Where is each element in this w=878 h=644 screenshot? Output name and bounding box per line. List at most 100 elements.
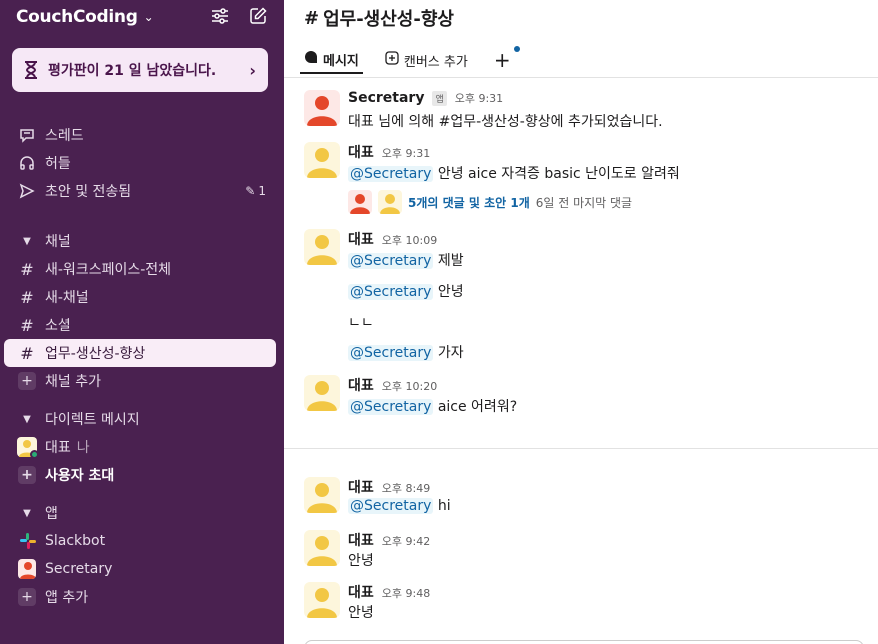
- sender-name[interactable]: 대표: [348, 582, 374, 602]
- compose-icon[interactable]: [248, 6, 268, 26]
- app-item-slackbot[interactable]: Slackbot: [4, 527, 276, 555]
- invite-users-button[interactable]: + 사용자 초대: [4, 461, 276, 489]
- channel-item[interactable]: # 소셜: [4, 311, 276, 339]
- workspace-header[interactable]: CouchCoding ⌄: [16, 6, 268, 28]
- hash-icon: #: [20, 259, 34, 279]
- channel-item-active[interactable]: # 업무-생산성-향상: [4, 339, 276, 367]
- hash-icon: #: [304, 7, 320, 29]
- sidebar-item-huddles[interactable]: 허들: [4, 149, 276, 177]
- timestamp[interactable]: 오후 9:31: [382, 145, 430, 161]
- channel-title[interactable]: # 업무-생산성-향상: [304, 5, 454, 31]
- header-divider: [284, 77, 878, 78]
- message-text: ㄴㄴ: [348, 315, 374, 331]
- avatar: [18, 559, 36, 579]
- avatar: [17, 437, 39, 459]
- channel-tabs: 메시지 캔버스 추가 +: [300, 46, 520, 78]
- channel-label: 새-채널: [45, 290, 89, 306]
- user-mention[interactable]: @Secretary: [348, 253, 434, 269]
- day-divider: [284, 448, 878, 449]
- app-item-secretary[interactable]: Secretary: [4, 555, 276, 583]
- chevron-down-icon[interactable]: ⌄: [144, 10, 154, 24]
- draft-count: ✎ 1: [245, 184, 266, 198]
- hash-icon: #: [20, 287, 34, 307]
- filter-icon[interactable]: [210, 6, 230, 26]
- dm-item-self[interactable]: 대표 나: [4, 433, 276, 461]
- avatar[interactable]: [304, 229, 340, 265]
- message-icon: [304, 50, 318, 68]
- thread-summary[interactable]: 5개의 댓글 및 초안 1개 6일 전 마지막 댓글: [348, 190, 632, 214]
- message-text: 안녕: [348, 605, 374, 621]
- caret-down-icon: ▼: [23, 413, 31, 425]
- notification-dot: [513, 46, 520, 52]
- timestamp[interactable]: 오후 10:09: [382, 232, 437, 248]
- avatar: [378, 190, 402, 214]
- thread-last-reply: 6일 전 마지막 댓글: [535, 195, 633, 210]
- timestamp[interactable]: 오후 9:48: [382, 585, 430, 601]
- app-label: Slackbot: [45, 533, 106, 549]
- workspace-name[interactable]: CouchCoding: [16, 7, 138, 27]
- avatar[interactable]: [304, 530, 340, 566]
- avatar[interactable]: [304, 582, 340, 618]
- add-channel-label: 채널 추가: [45, 374, 101, 390]
- send-icon: [18, 182, 36, 200]
- add-tab-button[interactable]: +: [490, 46, 520, 74]
- user-mention[interactable]: @Secretary: [348, 498, 434, 514]
- user-mention[interactable]: @Secretary: [348, 345, 434, 361]
- avatar: [348, 190, 372, 214]
- add-channel-button[interactable]: + 채널 추가: [4, 367, 276, 395]
- message-text: @Secretary 안녕 aice 자격증 basic 난이도로 알려줘: [348, 166, 680, 182]
- plus-icon: +: [18, 372, 36, 390]
- hash-icon: #: [20, 343, 34, 363]
- timestamp[interactable]: 오후 9:42: [382, 533, 430, 549]
- tab-add-canvas[interactable]: 캔버스 추가: [381, 46, 472, 74]
- sender-name[interactable]: Secretary: [348, 90, 424, 106]
- section-direct-messages[interactable]: ▼ 다이렉트 메시지: [4, 405, 276, 433]
- sender-name[interactable]: 대표: [348, 229, 374, 249]
- thread-icon: [18, 126, 36, 144]
- tab-messages[interactable]: 메시지: [300, 46, 363, 74]
- caret-down-icon: ▼: [23, 507, 31, 519]
- sender-name[interactable]: 대표: [348, 477, 374, 497]
- user-mention[interactable]: @Secretary: [348, 166, 434, 182]
- avatar[interactable]: [304, 375, 340, 411]
- channel-item[interactable]: # 새-워크스페이스-전체: [4, 255, 276, 283]
- canvas-icon: [385, 51, 399, 69]
- channel-item[interactable]: # 새-채널: [4, 283, 276, 311]
- section-channels[interactable]: ▼ 채널: [4, 227, 276, 255]
- message-text: 안녕: [348, 553, 374, 569]
- pencil-icon: ✎: [245, 184, 256, 198]
- timestamp[interactable]: 오후 10:20: [382, 378, 437, 394]
- caret-down-icon: ▼: [23, 235, 31, 247]
- message-text: @Secretary aice 어려워?: [348, 399, 518, 415]
- sidebar-item-threads[interactable]: 스레드: [4, 121, 276, 149]
- avatar[interactable]: [304, 477, 340, 513]
- avatar[interactable]: [304, 90, 340, 126]
- hourglass-icon: [24, 61, 40, 79]
- section-apps[interactable]: ▼ 앱: [4, 499, 276, 527]
- message-text: @Secretary 안녕: [348, 284, 464, 300]
- status-dot: [30, 450, 39, 459]
- message-composer[interactable]: [304, 640, 864, 644]
- channel-name: 업무-생산성-향상: [323, 9, 454, 30]
- channel-label: 소셜: [45, 318, 71, 334]
- headphones-icon: [18, 154, 36, 172]
- channel-view: # 업무-생산성-향상 메시지 캔버스 추가 + Secretary 앱 오후 …: [284, 0, 878, 644]
- user-mention[interactable]: @Secretary: [348, 399, 434, 415]
- dm-name: 대표: [45, 440, 71, 456]
- timestamp[interactable]: 오후 9:31: [455, 90, 503, 106]
- sender-name[interactable]: 대표: [348, 530, 374, 550]
- section-label: 앱: [45, 506, 58, 522]
- sidebar-item-label: 허들: [45, 156, 71, 172]
- channel-label: 업무-생산성-향상: [45, 346, 146, 362]
- trial-banner[interactable]: 평가판이 21 일 남았습니다. ›: [12, 48, 268, 92]
- section-label: 채널: [45, 234, 71, 250]
- user-mention[interactable]: @Secretary: [348, 284, 434, 300]
- add-app-button[interactable]: + 앱 추가: [4, 583, 276, 611]
- sidebar-item-drafts[interactable]: 초안 및 전송됨 ✎ 1: [4, 177, 276, 205]
- message-text: @Secretary 제발: [348, 253, 464, 269]
- sender-name[interactable]: 대표: [348, 142, 374, 162]
- thread-reply-count[interactable]: 5개의 댓글 및 초안 1개: [408, 194, 530, 211]
- avatar[interactable]: [304, 142, 340, 178]
- timestamp[interactable]: 오후 8:49: [382, 480, 430, 496]
- sender-name[interactable]: 대표: [348, 375, 374, 395]
